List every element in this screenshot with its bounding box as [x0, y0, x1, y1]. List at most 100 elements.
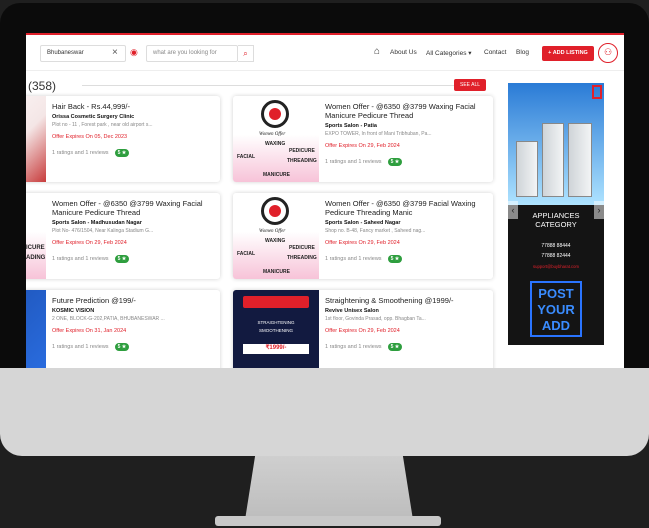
salon-image-text: SMOOTHENING	[258, 328, 293, 333]
offer-image-text: PEDICURE	[289, 148, 315, 154]
your-text: YOUR	[537, 302, 575, 317]
listing-ratings: 1 ratings and 1 reviews 5 ★	[52, 149, 216, 157]
listing-title[interactable]: Straightening & Smoothening @1999/-	[325, 296, 489, 305]
listing-image[interactable]: Women Offer WAXING FACIAL PEDICURE THREA…	[233, 96, 319, 182]
listing-expiry: Offer Expires On 29, Feb 2024	[325, 143, 400, 149]
monitor-stand	[245, 456, 413, 520]
listing-title[interactable]: Women Offer - @6350 @3799 Facial Waxing …	[325, 199, 489, 217]
star-icon: ★	[121, 256, 127, 262]
star-icon: ★	[394, 344, 400, 350]
listing-ratings: 1 ratings and 1 reviews 5 ★	[52, 255, 216, 263]
salon-image-text: STRAIGHTENING	[257, 320, 295, 325]
rating-badge: 5 ★	[114, 255, 130, 263]
home-icon[interactable]: ⌂	[374, 46, 380, 57]
site-header: Bhubaneswar × ◉ what are you looking for…	[26, 35, 624, 71]
listing-title[interactable]: Future Prediction @199/-	[52, 296, 216, 305]
monitor-base	[215, 516, 441, 526]
user-icon[interactable]: ⚇	[598, 43, 618, 63]
advertisement-banner[interactable]: ‹ › APPLIANCES CATEGORY 77888 88444 7788…	[508, 83, 604, 345]
listing-image[interactable]	[26, 290, 46, 368]
offer-image-text: WAXING	[265, 141, 286, 147]
search-icon[interactable]: ⌕	[238, 45, 254, 62]
listing-card[interactable]: Women Offer WAXING FACIAL PEDICURE THREA…	[233, 193, 493, 279]
listing-address: Shop no. B-48, Fancy market , Saheed nag…	[325, 228, 426, 234]
listing-address: Plot No- 476/1504, Near Kalinga Stadium …	[52, 228, 154, 234]
nav-about[interactable]: About Us	[390, 49, 417, 56]
listing-expiry: Offer Expires On 05, Dec 2023	[52, 134, 128, 140]
appliance-image	[542, 123, 564, 197]
listing-image[interactable]: ICURE ADING	[26, 193, 46, 279]
offer-image-text: Women Offer	[259, 229, 286, 234]
listing-image[interactable]	[26, 96, 46, 182]
rating-score: 5	[390, 256, 394, 262]
listing-expiry: Offer Expires On 31, Jan 2024	[52, 328, 127, 334]
offer-image-text: MANICURE	[263, 172, 290, 178]
chevron-down-icon: ▾	[468, 50, 472, 57]
ad-phone: 77888 82444	[541, 253, 571, 259]
offer-image-text: Women Offer	[259, 132, 286, 137]
see-all-button[interactable]: SEE ALL	[454, 79, 486, 91]
listing-ratings: 1 ratings and 1 reviews 5 ★	[325, 343, 489, 351]
post-your-ad-button[interactable]: POST YOUR ADD	[530, 281, 582, 337]
listing-business[interactable]: Sports Salon - Saheed Nagar	[325, 220, 489, 226]
listing-card[interactable]: ICURE ADING Women Offer - @6350 @3799 Wa…	[26, 193, 220, 279]
listing-image[interactable]: Women Offer WAXING FACIAL PEDICURE THREA…	[233, 193, 319, 279]
nav-categories[interactable]: All Categories ▾	[426, 49, 472, 57]
ratings-text: 1 ratings and 1 reviews	[325, 159, 382, 165]
listing-card[interactable]: Future Prediction @199/- KOSMIC VISION 2…	[26, 290, 220, 368]
add-listing-button[interactable]: + ADD LISTING	[542, 46, 594, 61]
appliance-image	[568, 123, 592, 197]
listing-expiry: Offer Expires On 29, Feb 2024	[325, 328, 400, 334]
offer-image-text: WAXING	[265, 238, 286, 244]
offer-image-text: PEDICURE	[289, 245, 315, 251]
listing-address: EXPO TOWER, In front of Mani Tribhuban, …	[325, 131, 432, 137]
offer-image-text: FACIAL	[237, 251, 256, 257]
ad-category-line2: CATEGORY	[535, 220, 577, 229]
divider	[82, 85, 454, 86]
listing-business[interactable]: Revive Unisex Salon	[325, 308, 489, 314]
offer-image-text: THREADING	[287, 255, 317, 261]
rating-score: 5	[117, 256, 121, 262]
star-icon: ★	[121, 344, 127, 350]
listing-card[interactable]: Hair Back - Rs.44,999/- Orissa Cosmetic …	[26, 96, 220, 182]
ratings-text: 1 ratings and 1 reviews	[325, 344, 382, 350]
offer-image-text: MANICURE	[263, 269, 290, 275]
listing-expiry: Offer Expires On 29, Feb 2024	[52, 240, 127, 246]
listing-address: 1st floor, Govinda Prasad, opp. Bhagban …	[325, 316, 426, 322]
star-icon: ★	[394, 159, 400, 165]
map-pin-icon[interactable]: ◉	[130, 47, 139, 59]
listing-title[interactable]: Women Offer - @6350 @3799 Waxing Facial …	[325, 102, 489, 120]
search-input[interactable]: what are you looking for	[146, 45, 238, 62]
ad-email: support@buybharat.com	[533, 264, 579, 269]
star-icon: ★	[121, 150, 127, 156]
salon-image-text: ₹1999/-	[243, 344, 309, 354]
listing-title[interactable]: Hair Back - Rs.44,999/-	[52, 102, 216, 111]
close-icon[interactable]: ×	[112, 46, 118, 60]
listing-ratings: 1 ratings and 1 reviews 5 ★	[52, 343, 216, 351]
listing-business[interactable]: Orissa Cosmetic Surgery Clinic	[52, 114, 216, 120]
monitor-chin	[0, 368, 649, 456]
add-text: ADD	[541, 318, 571, 333]
post-text: POST	[538, 286, 574, 301]
ad-phone: 77888 88444	[541, 243, 571, 249]
rating-score: 5	[390, 159, 394, 165]
listing-card[interactable]: STRAIGHTENING SMOOTHENING ₹1999/- Straig…	[233, 290, 493, 368]
ad-category: APPLIANCES CATEGORY	[508, 211, 604, 229]
nav-contact[interactable]: Contact	[484, 49, 506, 56]
listing-card[interactable]: Women Offer WAXING FACIAL PEDICURE THREA…	[233, 96, 493, 182]
rating-score: 5	[117, 344, 121, 350]
nav-blog[interactable]: Blog	[516, 49, 529, 56]
ratings-text: 1 ratings and 1 reviews	[52, 344, 109, 350]
listing-expiry: Offer Expires On 29, Feb 2024	[325, 240, 400, 246]
listing-image[interactable]: STRAIGHTENING SMOOTHENING ₹1999/-	[233, 290, 319, 368]
listing-business[interactable]: Sports Salon - Madhusudan Nagar	[52, 220, 216, 226]
listing-business[interactable]: KOSMIC VISION	[52, 308, 216, 314]
listing-address: 2 ONE, BLOCK-G-202,PATIA, BHUBANESWAR ..…	[52, 316, 165, 322]
location-value: Bhubaneswar	[47, 50, 84, 56]
offer-image-text: THREADING	[287, 158, 317, 164]
listing-business[interactable]: Sports Salon - Patia	[325, 123, 489, 129]
appliance-image	[516, 141, 538, 197]
screen: Bhubaneswar × ◉ what are you looking for…	[26, 33, 624, 368]
rating-badge: 5 ★	[387, 343, 403, 351]
listing-title[interactable]: Women Offer - @6350 @3799 Waxing Facial …	[52, 199, 216, 217]
